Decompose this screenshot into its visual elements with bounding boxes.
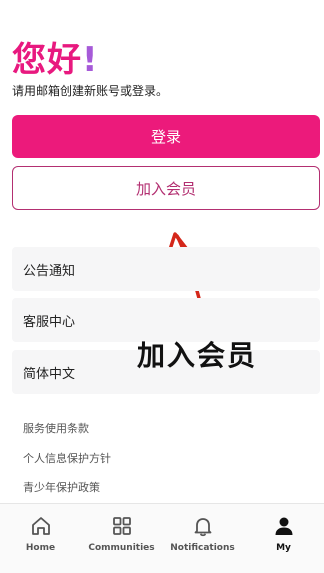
tab-notifications[interactable]: Notifications xyxy=(162,504,243,573)
tab-my-label: My xyxy=(276,543,291,553)
annotation-label: 加入会员 xyxy=(137,339,258,372)
tab-communities[interactable]: Communities xyxy=(81,504,162,573)
tab-notifications-label: Notifications xyxy=(170,543,235,553)
bottom-tab-bar: Home Communities Notifications My xyxy=(0,503,324,573)
tab-home-label: Home xyxy=(25,543,56,553)
person-icon xyxy=(275,517,292,535)
terms-of-service-link[interactable]: 服务使用条款 xyxy=(23,420,89,436)
grid-icon xyxy=(112,517,131,535)
home-icon xyxy=(31,517,50,535)
youth-protection-link[interactable]: 青少年保护政策 xyxy=(23,479,100,495)
tab-communities-label: Communities xyxy=(88,543,155,553)
tab-my[interactable]: My xyxy=(243,504,324,573)
privacy-policy-link[interactable]: 个人信息保护方针 xyxy=(23,450,111,466)
tab-home[interactable]: Home xyxy=(0,504,81,573)
menu-item-notices[interactable]: 公告通知 xyxy=(12,247,320,291)
bell-icon xyxy=(194,518,211,537)
